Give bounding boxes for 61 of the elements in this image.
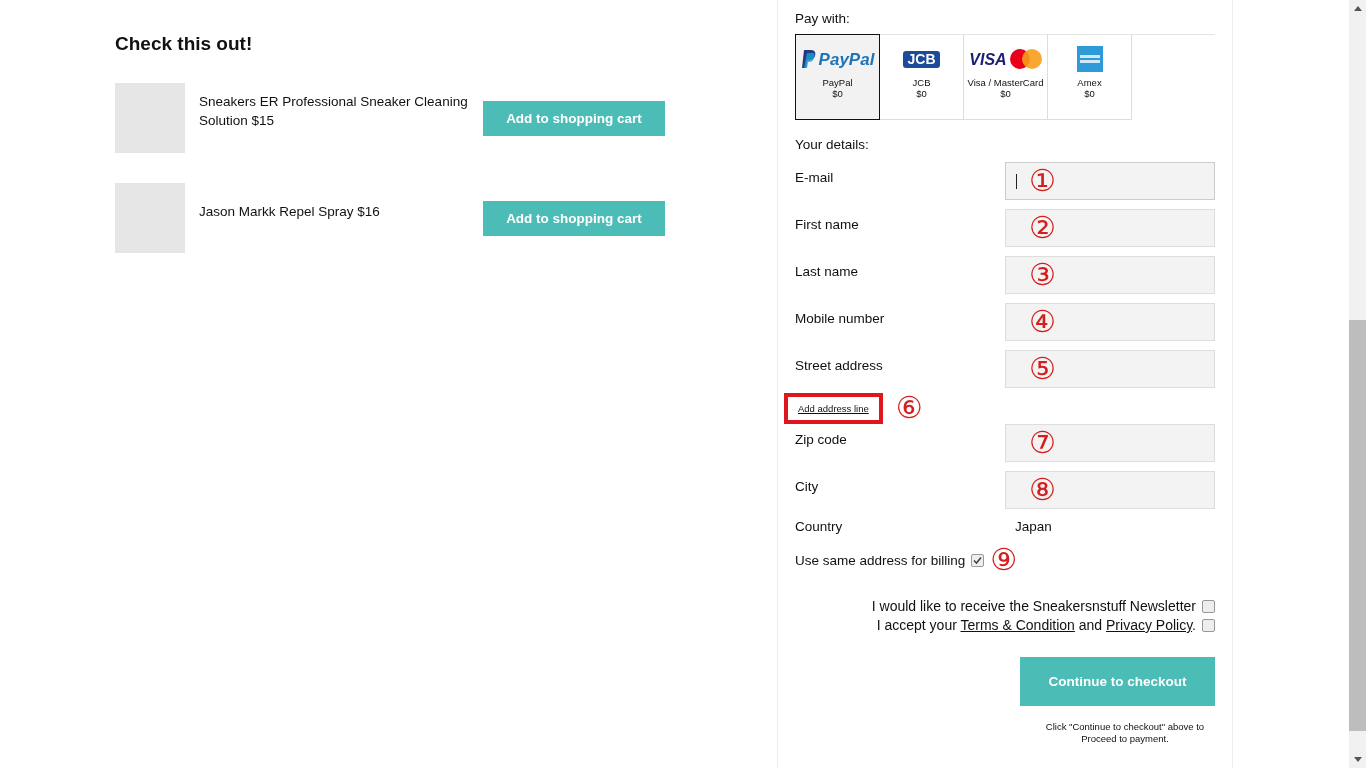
circled-number: ④	[1029, 304, 1056, 340]
circled-number: ⑤	[1029, 351, 1056, 387]
payment-option[interactable]: PayPal PayPal $0	[795, 34, 880, 120]
circled-number: ②	[1029, 210, 1056, 246]
checkbox[interactable]	[1202, 599, 1215, 613]
add-address-link[interactable]: Add address line	[784, 392, 883, 424]
scroll-up-icon[interactable]	[1353, 6, 1362, 11]
circled-number: ⑦	[1029, 425, 1056, 461]
circled-number: ①	[1029, 163, 1056, 199]
payment-name: Amex	[1076, 77, 1103, 88]
circled-number: ⑧	[1029, 472, 1056, 508]
policy-link[interactable]: Terms & Condition	[960, 617, 1075, 633]
circled-number: ⑥	[895, 390, 923, 426]
product-photo-placeholder	[115, 83, 185, 153]
circled-number: ⑨	[990, 542, 1018, 578]
product-name: Sneakers ER Professional Sneaker Cleaning Solution $15	[199, 93, 469, 130]
payment-option[interactable]: Amex $0	[1047, 35, 1132, 120]
payment-fee: $0	[1083, 88, 1096, 99]
product-name: Jason Markk Repel Spray $16	[199, 202, 381, 221]
consent-text: I would like to receive the Sneakersnstuff Newsletter	[871, 598, 1196, 614]
section-label: Pay with:	[795, 11, 851, 26]
jcb-logo: JCB	[903, 50, 940, 68]
field-label: Country	[795, 519, 844, 534]
field-label: Last name	[795, 263, 859, 281]
circled-number: ③	[1029, 257, 1056, 293]
input-field[interactable]: ③	[1005, 256, 1215, 294]
p-logo-icon	[800, 50, 816, 68]
input-field[interactable]: ①	[1005, 162, 1215, 200]
payment-name: PayPal	[821, 77, 854, 88]
card-logo-icon	[1076, 46, 1103, 72]
checkbox[interactable]	[971, 553, 985, 567]
scrollbar[interactable]	[1349, 0, 1366, 768]
product-photo-placeholder	[115, 183, 185, 253]
field-label: City	[795, 478, 819, 496]
payment-name: JCB	[911, 77, 932, 88]
section-heading: Check this out!	[115, 33, 254, 55]
card-circles-icon	[1009, 49, 1042, 69]
payment-name: Visa / MasterCard	[966, 77, 1045, 88]
payment-fee: $0	[831, 88, 844, 99]
text-caret	[1016, 173, 1017, 189]
checkout-hint: Click "Continue to checkout" above to Proceed to payment.	[1044, 721, 1206, 745]
field-label: Mobile number	[795, 310, 885, 328]
input-field[interactable]: ④	[1005, 303, 1215, 341]
field-label: E-mail	[795, 169, 834, 187]
checkbox[interactable]	[1202, 618, 1215, 632]
scroll-down-icon[interactable]	[1353, 757, 1362, 762]
consent-text: I accept your Terms & Condition and Privacy Policy.	[876, 617, 1196, 633]
input-field[interactable]: ⑦	[1005, 424, 1215, 462]
field-label: First name	[795, 216, 859, 234]
scrollbar-thumb[interactable]	[1349, 320, 1366, 731]
visa-logo-text: VISA	[969, 53, 1007, 65]
payment-fee: $0	[999, 88, 1012, 99]
field-label: Street address	[795, 357, 883, 375]
input-field[interactable]: ⑧	[1005, 471, 1215, 509]
input-field[interactable]: ⑤	[1005, 350, 1215, 388]
country-value: Japan	[1015, 519, 1052, 534]
section-label: Your details:	[795, 137, 870, 152]
payment-fee: $0	[915, 88, 928, 99]
input-field[interactable]: ②	[1005, 209, 1215, 247]
checkbox-label: Use same address for billing	[795, 552, 966, 568]
field-label: Zip code	[795, 431, 847, 449]
